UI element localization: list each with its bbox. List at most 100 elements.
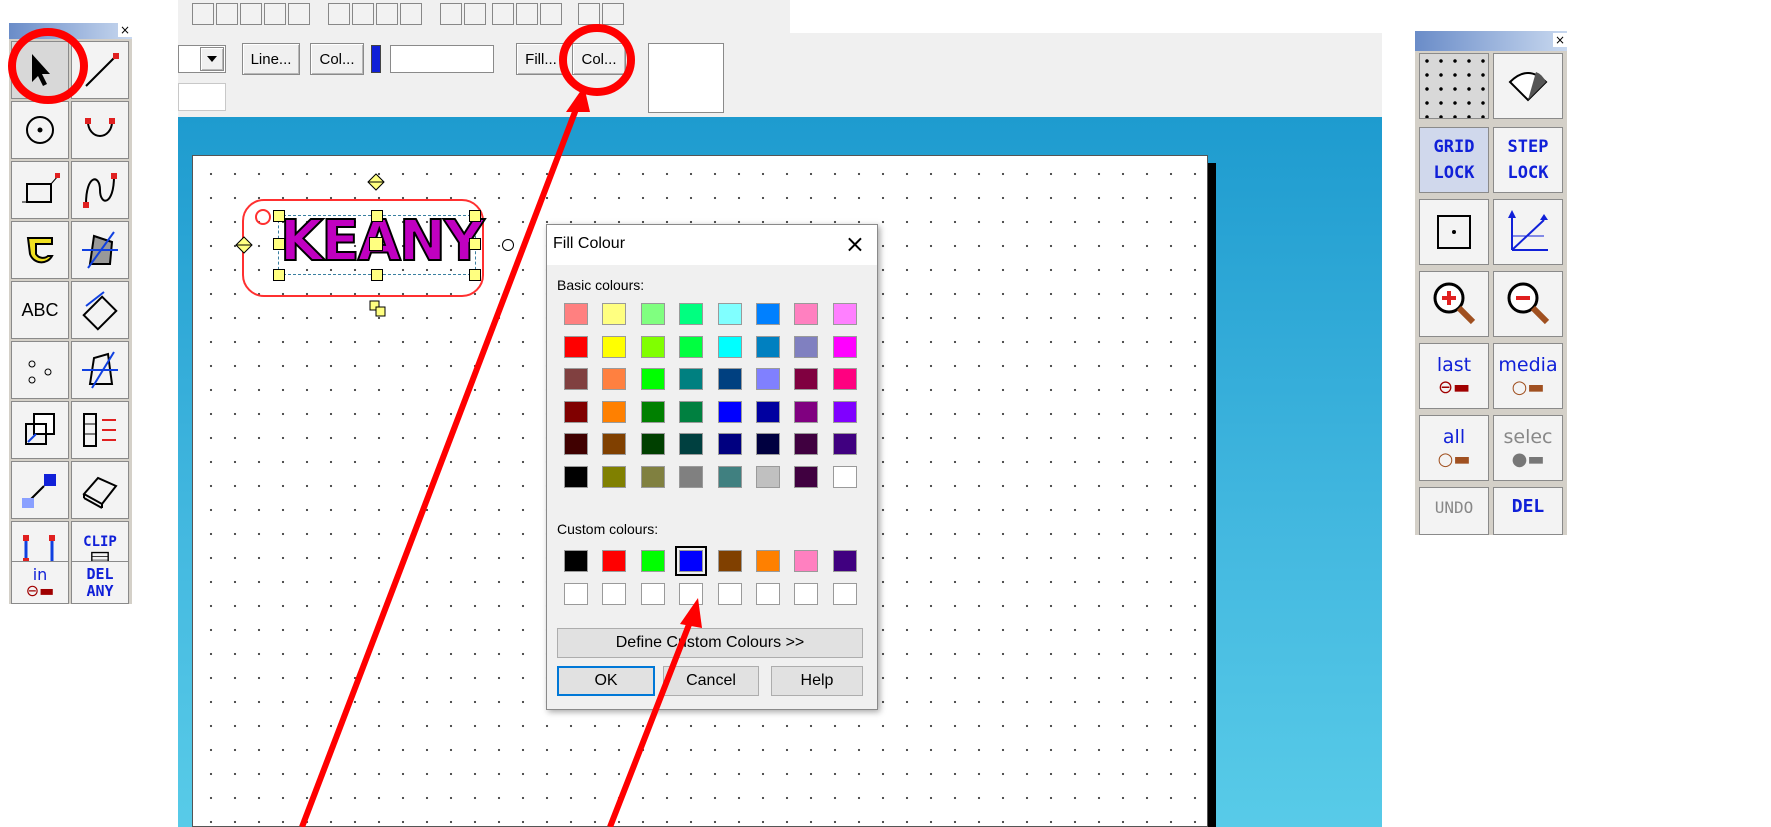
custom-colour-swatch[interactable] — [564, 583, 588, 605]
circle-tool[interactable] — [11, 101, 69, 159]
grid-lock-tool[interactable]: GRID LOCK — [1419, 127, 1489, 193]
fill-button[interactable]: Fill... — [516, 43, 566, 75]
custom-colour-swatch[interactable] — [679, 583, 704, 605]
custom-colour-swatch[interactable] — [832, 583, 857, 605]
polygon-tool[interactable] — [71, 341, 129, 399]
basic-colour-swatch[interactable] — [564, 335, 588, 358]
text-tool[interactable]: ABC — [11, 281, 69, 339]
curve-tool[interactable] — [71, 161, 129, 219]
copy-handle[interactable] — [369, 300, 387, 318]
line-width-field[interactable] — [390, 45, 494, 73]
line-tool[interactable] — [71, 41, 129, 99]
custom-colour-swatch[interactable] — [717, 583, 742, 605]
basic-colour-swatch[interactable] — [756, 433, 780, 455]
handle[interactable] — [371, 269, 383, 281]
delete-any-tool[interactable]: DEL ANY — [71, 561, 129, 604]
custom-colour-swatch[interactable] — [602, 550, 627, 572]
zoom-out-tool[interactable] — [1493, 271, 1563, 337]
rectangle-tool[interactable] — [11, 161, 69, 219]
basic-colour-swatch[interactable] — [756, 400, 780, 423]
custom-colour-swatch[interactable] — [564, 550, 588, 572]
rotate-handle-top[interactable] — [367, 173, 385, 191]
handle[interactable] — [469, 238, 481, 250]
copy-icon[interactable] — [264, 3, 286, 25]
basic-colour-swatch[interactable] — [640, 465, 665, 488]
snap-point-tool[interactable] — [1419, 199, 1489, 265]
right-toolbox-close-icon[interactable]: × — [1553, 33, 1567, 47]
import-tool[interactable]: in ⊖▬ — [11, 561, 69, 604]
basic-colour-swatch[interactable] — [602, 465, 627, 488]
basic-colour-swatch[interactable] — [794, 335, 819, 358]
dimension-tool[interactable] — [71, 281, 129, 339]
basic-colour-swatch[interactable] — [564, 465, 588, 488]
zoom-media-tool[interactable]: media ○▬ — [1493, 343, 1563, 409]
basic-colour-swatch[interactable] — [679, 303, 704, 325]
basic-colour-swatch[interactable] — [679, 335, 704, 358]
edit-icon-2[interactable] — [352, 3, 374, 25]
zoom-all-tool[interactable]: all ○▬ — [1419, 415, 1489, 481]
align-tool[interactable] — [71, 401, 129, 459]
handle[interactable] — [469, 210, 481, 222]
pointer-tool[interactable] — [11, 41, 69, 99]
custom-colour-swatch[interactable] — [794, 583, 819, 605]
basic-colour-swatch[interactable] — [756, 368, 780, 390]
help-button[interactable]: Help — [771, 666, 863, 696]
basic-colour-swatch[interactable] — [602, 335, 627, 358]
basic-colour-swatch[interactable] — [564, 433, 588, 455]
fill-colour-button[interactable]: Col... — [572, 43, 626, 75]
rotate-handle-left[interactable] — [235, 236, 253, 254]
custom-colour-swatch[interactable] — [640, 550, 665, 572]
chevron-down-icon[interactable] — [200, 47, 224, 71]
basic-colour-swatch[interactable] — [640, 303, 665, 325]
basic-colour-swatch[interactable] — [679, 465, 704, 488]
edit-icon-4[interactable] — [400, 3, 422, 25]
basic-colour-swatch[interactable] — [679, 433, 704, 455]
basic-colour-swatch[interactable] — [717, 465, 742, 488]
basic-colour-swatch[interactable] — [717, 433, 742, 455]
select-all-icon[interactable] — [192, 3, 214, 25]
ungroup-icon[interactable] — [240, 3, 262, 25]
coordinates-tool[interactable] — [1493, 199, 1563, 265]
basic-colour-swatch[interactable] — [832, 433, 857, 455]
dropdown-box[interactable] — [178, 45, 226, 73]
basic-colour-swatch[interactable] — [679, 368, 704, 390]
handle[interactable] — [273, 269, 285, 281]
custom-colour-swatch[interactable] — [717, 550, 742, 572]
basic-colour-swatch[interactable] — [602, 433, 627, 455]
handle[interactable] — [273, 210, 285, 222]
basic-colour-swatch[interactable] — [717, 303, 742, 325]
custom-colour-swatch[interactable] — [832, 550, 857, 572]
basic-colour-swatch[interactable] — [832, 303, 857, 325]
basic-colour-swatch[interactable] — [756, 303, 780, 325]
undo-tool[interactable]: UNDO — [1419, 487, 1489, 535]
basic-colour-swatch[interactable] — [832, 335, 857, 358]
custom-colour-swatch[interactable] — [756, 583, 780, 605]
define-custom-colours-button[interactable]: Define Custom Colours >> — [557, 628, 863, 658]
step-lock-tool[interactable]: STEP LOCK — [1493, 127, 1563, 193]
help-cursor-icon[interactable] — [578, 3, 600, 25]
basic-colour-swatch[interactable] — [564, 303, 588, 325]
basic-colour-swatch[interactable] — [794, 400, 819, 423]
ok-button[interactable]: OK — [557, 666, 655, 696]
handle[interactable] — [369, 237, 383, 251]
basic-colour-swatch[interactable] — [794, 303, 819, 325]
print-icon[interactable] — [516, 3, 538, 25]
line-button[interactable]: Line... — [242, 43, 300, 75]
basic-colour-swatch[interactable] — [832, 400, 857, 423]
toolbox-close-icon[interactable]: × — [118, 23, 132, 37]
array-tool[interactable] — [11, 461, 69, 519]
edit-icon-1[interactable] — [328, 3, 350, 25]
line-colour-button[interactable]: Col... — [310, 43, 364, 75]
dialog-close-icon[interactable]: × — [845, 231, 865, 257]
custom-colour-swatch[interactable] — [602, 583, 627, 605]
zoom-selection-tool[interactable]: selec ●▬ — [1493, 415, 1563, 481]
basic-colour-swatch[interactable] — [717, 368, 742, 390]
edit-icon-3[interactable] — [376, 3, 398, 25]
custom-colour-swatch[interactable] — [756, 550, 780, 572]
frame-icon[interactable] — [440, 3, 462, 25]
basic-colour-swatch[interactable] — [794, 465, 819, 488]
basic-colour-swatch[interactable] — [679, 400, 704, 423]
basic-colour-swatch[interactable] — [756, 465, 780, 488]
basic-colour-swatch[interactable] — [640, 400, 665, 423]
basic-colour-swatch[interactable] — [564, 400, 588, 423]
